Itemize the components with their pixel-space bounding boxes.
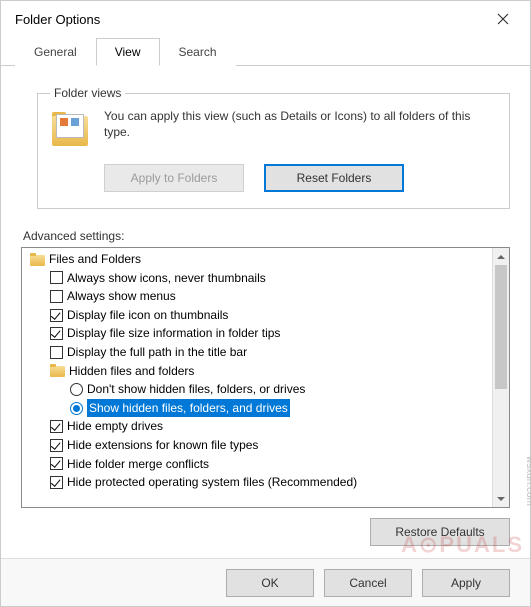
checkbox-icon[interactable] [50,439,63,452]
checkbox-icon[interactable] [50,476,63,489]
vertical-scrollbar[interactable] [492,248,509,507]
close-icon [497,13,509,25]
tree-item-hide-merge-conflicts[interactable]: Hide folder merge conflicts [26,455,492,474]
tree-label: Display the full path in the title bar [67,343,247,362]
folder-icon [50,364,65,377]
tab-bar: General View Search [1,37,530,66]
tree-label: Always show menus [67,287,176,306]
checkbox-icon[interactable] [50,309,63,322]
titlebar: Folder Options [1,1,530,37]
radio-icon[interactable] [70,402,83,415]
checkbox-icon[interactable] [50,420,63,433]
checkbox-icon[interactable] [50,327,63,340]
tree-folder-root[interactable]: Files and Folders [26,250,492,269]
tree-folder-hidden[interactable]: Hidden files and folders [26,362,492,381]
folder-views-group: Folder views You can apply this view (su… [37,86,510,209]
apply-button[interactable]: Apply [422,569,510,597]
tree-label: Display file size information in folder … [67,324,280,343]
checkbox-icon[interactable] [50,346,63,359]
tree-item-file-icon-thumb[interactable]: Display file icon on thumbnails [26,306,492,325]
window-title: Folder Options [15,12,480,27]
dialog-footer: OK Cancel Apply [1,558,530,606]
folder-views-legend: Folder views [50,86,125,100]
tree-radio-show-hidden[interactable]: Show hidden files, folders, and drives [26,399,492,418]
folder-views-icon [50,110,92,152]
tab-view[interactable]: View [96,38,160,66]
scroll-track[interactable] [493,265,509,490]
chevron-up-icon [497,253,505,261]
apply-to-folders-button[interactable]: Apply to Folders [104,164,244,192]
ok-button[interactable]: OK [226,569,314,597]
tree-item-always-icons[interactable]: Always show icons, never thumbnails [26,269,492,288]
close-button[interactable] [480,1,526,37]
tree-label: Always show icons, never thumbnails [67,269,266,288]
tree-label: Display file icon on thumbnails [67,306,228,325]
advanced-settings-tree[interactable]: Files and Folders Always show icons, nev… [22,248,492,507]
tree-label: Hide protected operating system files (R… [67,473,357,492]
folder-options-window: Folder Options General View Search Folde… [0,0,531,607]
folder-icon [30,253,45,266]
cancel-button[interactable]: Cancel [324,569,412,597]
tree-item-hide-empty-drives[interactable]: Hide empty drives [26,417,492,436]
tree-label: Don't show hidden files, folders, or dri… [87,380,305,399]
tree-item-hide-extensions[interactable]: Hide extensions for known file types [26,436,492,455]
tree-radio-dont-show-hidden[interactable]: Don't show hidden files, folders, or dri… [26,380,492,399]
tree-label: Hide extensions for known file types [67,436,258,455]
advanced-settings-label: Advanced settings: [23,229,510,243]
checkbox-icon[interactable] [50,290,63,303]
tab-search[interactable]: Search [160,38,236,66]
tree-label-selected: Show hidden files, folders, and drives [87,399,290,418]
tab-content-view: Folder views You can apply this view (su… [1,66,530,558]
tree-item-always-menus[interactable]: Always show menus [26,287,492,306]
scroll-down-button[interactable] [493,490,509,507]
tree-item-full-path-title[interactable]: Display the full path in the title bar [26,343,492,362]
reset-folders-button[interactable]: Reset Folders [264,164,404,192]
chevron-down-icon [497,495,505,503]
tree-label: Hide folder merge conflicts [67,455,209,474]
checkbox-icon[interactable] [50,457,63,470]
tree-label: Files and Folders [49,250,141,269]
restore-defaults-button[interactable]: Restore Defaults [370,518,510,546]
scroll-thumb[interactable] [495,265,507,389]
tree-item-file-size-tips[interactable]: Display file size information in folder … [26,324,492,343]
tab-general[interactable]: General [15,38,96,66]
advanced-settings-box: Files and Folders Always show icons, nev… [21,247,510,508]
tree-item-hide-protected-os[interactable]: Hide protected operating system files (R… [26,473,492,492]
tree-label: Hidden files and folders [69,362,194,381]
folder-views-description: You can apply this view (such as Details… [104,108,497,140]
radio-icon[interactable] [70,383,83,396]
checkbox-icon[interactable] [50,271,63,284]
scroll-up-button[interactable] [493,248,509,265]
tree-label: Hide empty drives [67,417,163,436]
